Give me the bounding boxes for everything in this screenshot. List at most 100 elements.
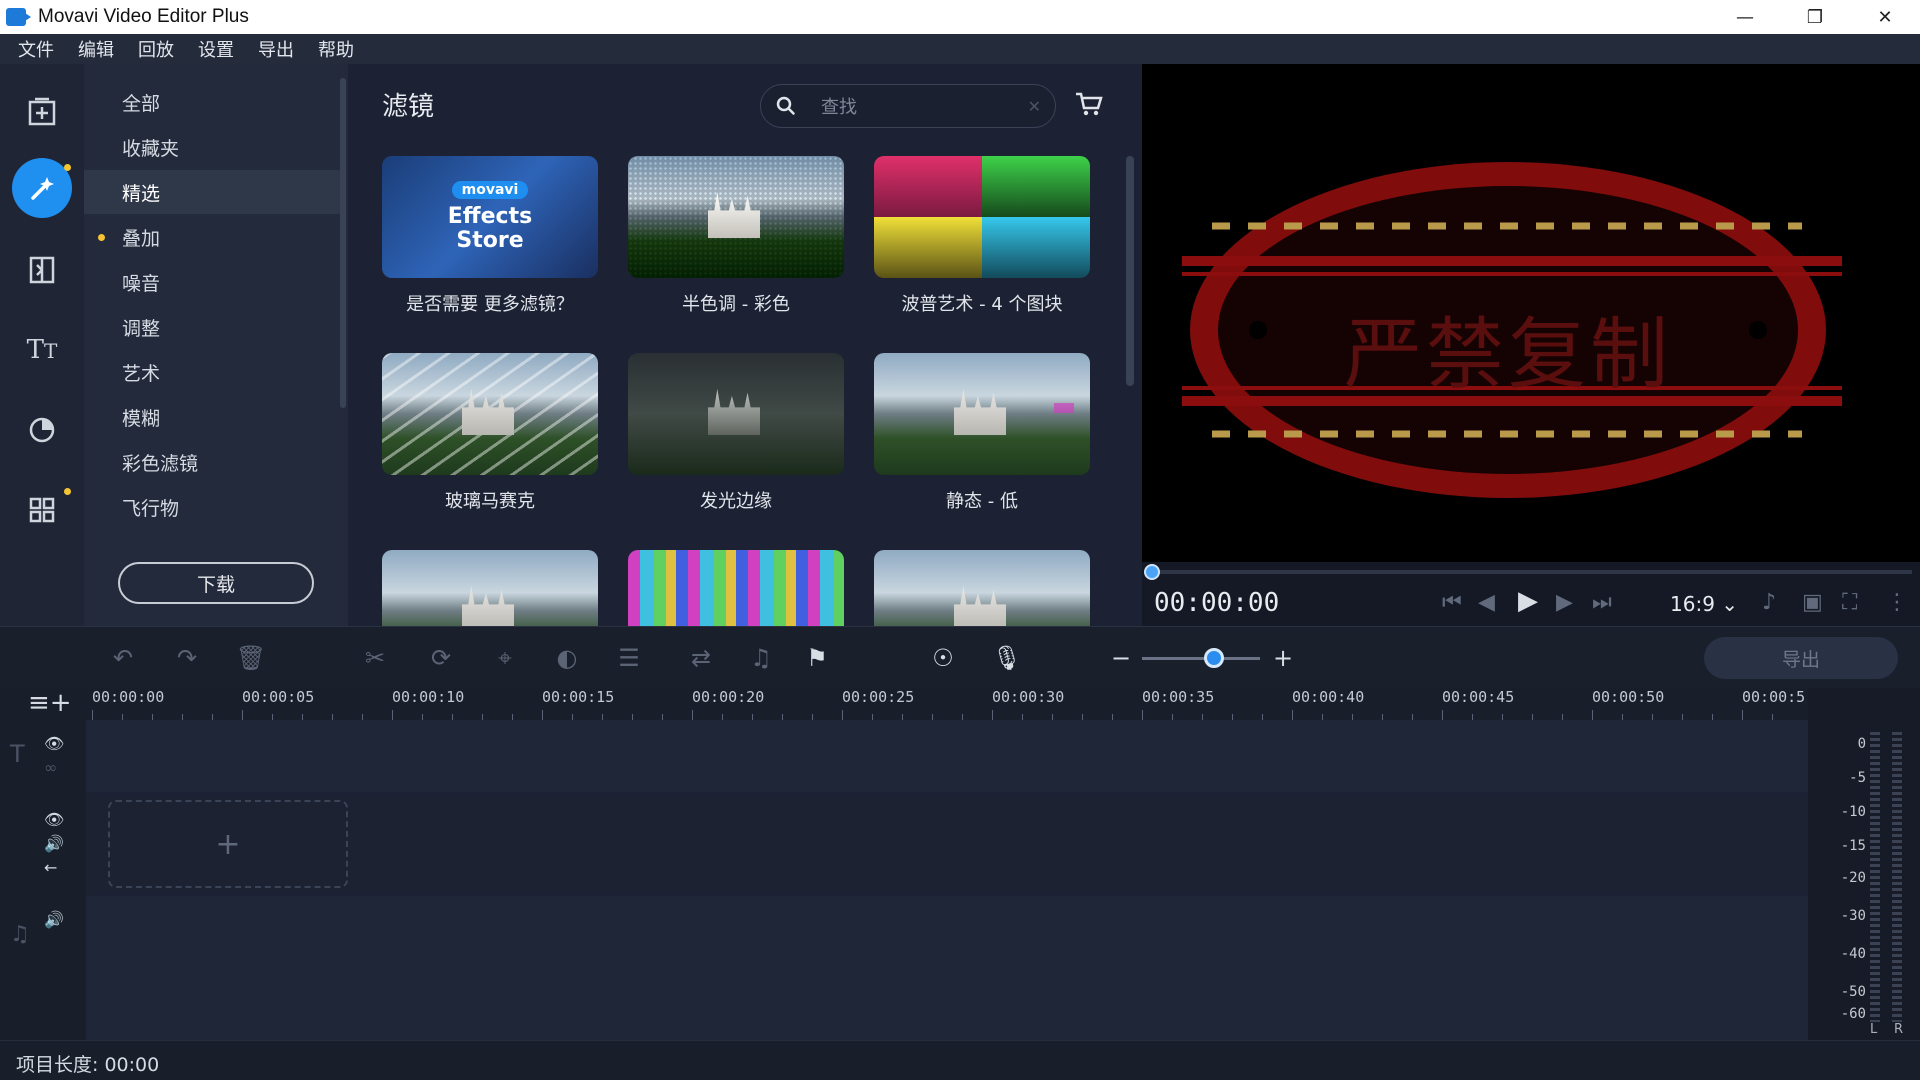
seek-bar[interactable]: 00:00:00 ⏮ ◀ ▶ ▶ ⏭ 16:9 ⌄ ♪ ▣ ⛶ ⋮ (1142, 562, 1920, 626)
db-scale-label: -20 (1840, 870, 1866, 886)
status-bar: 项目长度: 00:00 (0, 1040, 1920, 1080)
download-button[interactable]: 下载 (118, 562, 314, 604)
export-button[interactable]: 导出 (1704, 637, 1898, 679)
category-featured[interactable]: 精选 (84, 170, 340, 214)
microphone-icon[interactable]: 🎙 (992, 643, 1022, 673)
seek-handle[interactable] (1144, 564, 1160, 580)
ruler-time-label: 00:00:25 (842, 688, 915, 706)
fullscreen-icon[interactable]: ⛶ (1842, 590, 1857, 615)
menu-playback[interactable]: 回放 (138, 36, 174, 62)
filter-thumb (628, 353, 844, 475)
zoom-slider-handle[interactable] (1204, 648, 1224, 668)
link-icon[interactable]: ∞ (44, 758, 57, 777)
category-list: 全部 收藏夹 精选 叠加 噪音 调整 艺术 模糊 彩色滤镜 飞行物 下载 (84, 64, 348, 626)
play-icon[interactable]: ▶ (1518, 586, 1538, 616)
rotate-icon[interactable]: ⟳ (426, 643, 456, 673)
aspect-ratio-dropdown[interactable]: 16:9 ⌄ (1670, 592, 1738, 616)
close-button[interactable]: ✕ (1850, 0, 1920, 34)
menu-export[interactable]: 导出 (258, 36, 294, 62)
menu-help[interactable]: 帮助 (318, 36, 354, 62)
add-track-icon[interactable]: ≡+ (28, 688, 72, 718)
category-flying-objects[interactable]: 飞行物 (84, 485, 340, 529)
speaker-icon[interactable]: 🔊 (44, 910, 64, 929)
ruler-tick (1592, 710, 1593, 720)
audio-track[interactable] (86, 896, 1808, 1040)
more-tools-icon[interactable] (12, 480, 72, 540)
marker-flag-icon[interactable]: ⚑ (802, 643, 832, 673)
category-color-filters[interactable]: 彩色滤镜 (84, 440, 340, 484)
filter-tile[interactable] (874, 550, 1090, 626)
undo-icon[interactable]: ↶ (108, 643, 138, 673)
snapshot-icon[interactable]: ▣ (1802, 590, 1823, 615)
clear-icon[interactable]: ✕ (1028, 97, 1041, 116)
filter-tile-glass-mosaic[interactable]: 玻璃马赛克 (382, 353, 598, 513)
preview-player[interactable]: 严禁复制 (1142, 64, 1920, 562)
filter-tile-glow-edges[interactable]: 发光边缘 (628, 353, 844, 513)
filter-tile[interactable] (628, 550, 844, 626)
category-adjust[interactable]: 调整 (84, 305, 340, 349)
ruler-tick (92, 710, 93, 720)
volume-icon[interactable]: ♪ (1762, 590, 1776, 615)
webcam-record-icon[interactable]: ☉ (928, 643, 958, 673)
category-art[interactable]: 艺术 (84, 350, 340, 394)
ruler-tick (392, 710, 393, 720)
menu-settings[interactable]: 设置 (198, 36, 234, 62)
add-media-dropzone[interactable]: + (108, 800, 348, 888)
eye-icon[interactable]: 👁 (44, 810, 64, 829)
skip-end-icon[interactable]: ⏭ (1592, 590, 1612, 615)
redo-icon[interactable]: ↷ (172, 643, 202, 673)
filters-wand-icon[interactable] (12, 158, 72, 218)
titles-icon[interactable]: TT (12, 320, 72, 380)
delete-icon[interactable]: 🗑 (236, 643, 266, 673)
more-options-icon[interactable]: ⋮ (1886, 590, 1908, 615)
ruler-time-label: 00:00:50 (1592, 688, 1665, 706)
eye-icon[interactable]: 👁 (44, 734, 64, 753)
skip-start-icon[interactable]: ⏮ (1442, 590, 1462, 615)
crop-icon[interactable]: ⌖ (490, 643, 520, 673)
zoom-slider-track[interactable] (1142, 657, 1260, 660)
step-forward-icon[interactable]: ▶ (1556, 590, 1573, 615)
ruler-tick (1742, 710, 1743, 720)
text-track[interactable] (86, 720, 1808, 792)
filter-tile[interactable] (382, 550, 598, 626)
category-favorites[interactable]: 收藏夹 (84, 125, 340, 169)
app-icon (6, 8, 31, 26)
restore-button[interactable]: ❐ (1780, 0, 1850, 34)
category-overlay[interactable]: 叠加 (84, 215, 340, 259)
filter-tile-effects-store[interactable]: movavi Effects Store 是否需要 更多滤镜？ (382, 156, 598, 316)
zoom-out-icon[interactable]: − (1106, 643, 1136, 673)
db-scale-label: -30 (1840, 908, 1866, 924)
category-scrollbar[interactable] (340, 78, 346, 408)
cut-icon[interactable]: ✂ (360, 643, 390, 673)
clip-properties-icon[interactable]: ☰ (614, 643, 644, 673)
zoom-in-icon[interactable]: + (1268, 643, 1298, 673)
watermark-text: 严禁复制 (1343, 310, 1672, 400)
step-back-icon[interactable]: ◀ (1478, 590, 1495, 615)
db-scale-label: -40 (1840, 946, 1866, 962)
stickers-icon[interactable] (12, 400, 72, 460)
audio-properties-icon[interactable]: ♫ (746, 643, 776, 673)
transition-wizard-icon[interactable]: ⇄ (686, 643, 716, 673)
back-arrow-icon[interactable]: ← (44, 858, 57, 877)
filter-tile-pop-art[interactable]: 波普艺术 - 4 个图块 (874, 156, 1090, 316)
import-icon[interactable] (12, 82, 72, 142)
speaker-icon[interactable]: 🔊 (44, 834, 64, 853)
filters-scrollbar[interactable] (1126, 156, 1134, 386)
menu-file[interactable]: 文件 (18, 36, 54, 62)
filter-tile-halftone-color[interactable]: 半色调 - 彩色 (628, 156, 844, 316)
menu-edit[interactable]: 编辑 (78, 36, 114, 62)
project-length: 项目长度: 00:00 (16, 1054, 160, 1076)
filter-tile-static-low[interactable]: 静态 - 低 (874, 353, 1090, 513)
search-input[interactable] (821, 93, 1021, 121)
seek-track[interactable] (1152, 570, 1912, 574)
category-noise[interactable]: 噪音 (84, 260, 340, 304)
tile-label: 静态 - 低 (946, 491, 1018, 512)
minimize-button[interactable]: — (1710, 0, 1780, 34)
category-blur[interactable]: 模糊 (84, 395, 340, 439)
transitions-icon[interactable] (12, 240, 72, 300)
time-ruler[interactable]: 00:00:00 00:00:05 00:00:10 00:00:15 00:00:20… (86, 688, 1808, 720)
category-all[interactable]: 全部 (84, 80, 340, 124)
filter-thumb (628, 156, 844, 278)
cart-icon[interactable] (1074, 90, 1104, 118)
color-adjust-icon[interactable]: ◐ (552, 643, 582, 673)
